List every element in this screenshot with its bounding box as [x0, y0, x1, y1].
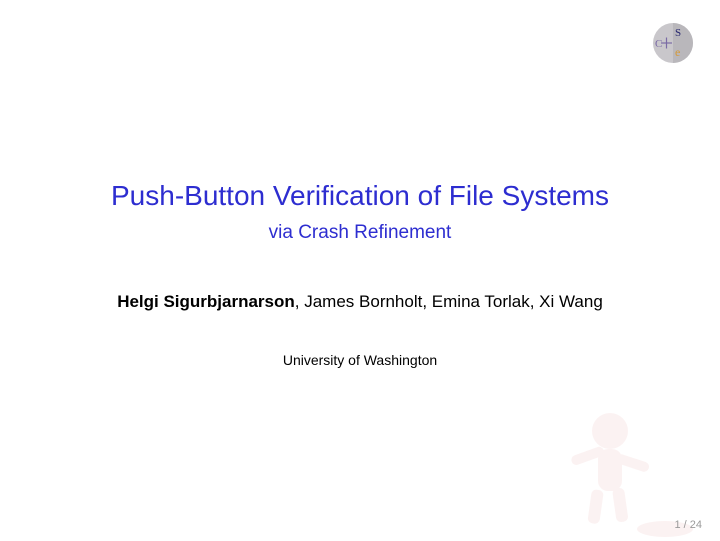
author-list: Helgi Sigurbjarnarson, James Bornholt, E… [0, 292, 720, 312]
slide-title: Push-Button Verification of File Systems [0, 180, 720, 212]
logo-letter-e: e [675, 45, 680, 59]
logo-letter-c: C [655, 38, 662, 50]
cse-logo: S C e [652, 22, 694, 64]
title-slide: S C e Push-Button Verification of File S… [0, 0, 720, 541]
affiliation: University of Washington [0, 352, 720, 368]
page-separator: / [681, 519, 690, 531]
slide-content: Push-Button Verification of File Systems… [0, 180, 720, 368]
page-total: 24 [690, 519, 702, 531]
slide-subtitle: via Crash Refinement [0, 222, 720, 244]
logo-letter-s: S [675, 27, 681, 39]
co-authors: , James Bornholt, Emina Torlak, Xi Wang [295, 292, 603, 311]
page-number: 1 / 24 [674, 519, 702, 531]
lead-author: Helgi Sigurbjarnarson [117, 292, 295, 311]
